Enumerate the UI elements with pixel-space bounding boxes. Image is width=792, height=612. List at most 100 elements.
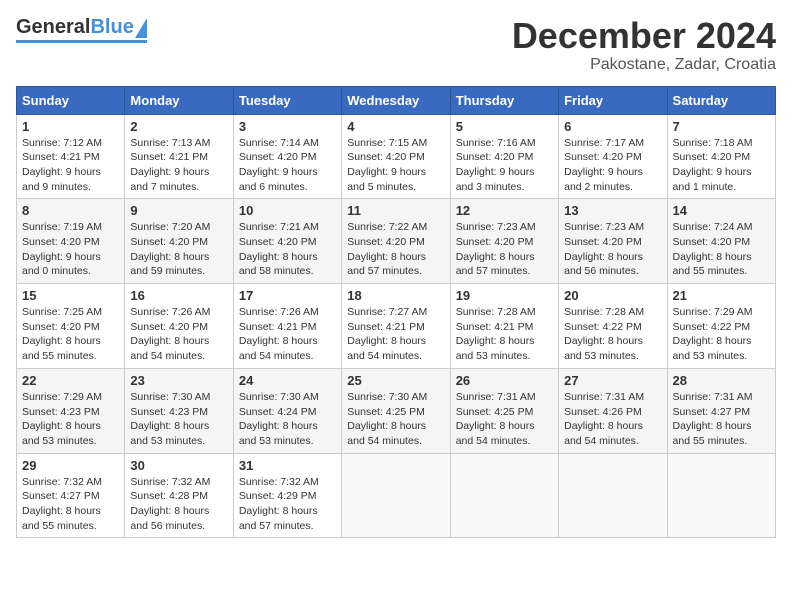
calendar-cell: [450, 453, 558, 538]
calendar-cell: 8 Sunrise: 7:19 AMSunset: 4:20 PMDaylight…: [17, 199, 125, 284]
day-number: 3: [239, 119, 336, 134]
day-number: 10: [239, 203, 336, 218]
calendar-cell: 5Sunrise: 7:16 AMSunset: 4:20 PMDaylight…: [450, 114, 558, 199]
page-header: General Blue December 2024 Pakostane, Za…: [16, 16, 776, 74]
calendar-cell: 10 Sunrise: 7:21 AMSunset: 4:20 PMDayligh…: [233, 199, 341, 284]
calendar-cell: 12 Sunrise: 7:23 AMSunset: 4:20 PMDayligh…: [450, 199, 558, 284]
day-number: 15: [22, 288, 119, 303]
day-number: 17: [239, 288, 336, 303]
day-number: 13: [564, 203, 661, 218]
day-info: Sunrise: 7:24 AMSunset: 4:20 PMDaylight:…: [673, 221, 753, 277]
calendar-cell: 14 Sunrise: 7:24 AMSunset: 4:20 PMDayligh…: [667, 199, 775, 284]
day-number: 23: [130, 373, 227, 388]
page-title: December 2024: [512, 16, 776, 56]
day-number: 24: [239, 373, 336, 388]
calendar-cell: 13 Sunrise: 7:23 AMSunset: 4:20 PMDayligh…: [559, 199, 667, 284]
day-info: Sunrise: 7:29 AMSunset: 4:22 PMDaylight:…: [673, 306, 753, 362]
weekday-header: Tuesday: [233, 86, 341, 114]
day-number: 30: [130, 458, 227, 473]
weekday-header: Friday: [559, 86, 667, 114]
day-info: Sunrise: 7:23 AMSunset: 4:20 PMDaylight:…: [564, 221, 644, 277]
calendar-cell: 1 Sunrise: 7:12 AMSunset: 4:21 PMDaylight…: [17, 114, 125, 199]
calendar-cell: 24 Sunrise: 7:30 AMSunset: 4:24 PMDayligh…: [233, 368, 341, 453]
logo-blue-text: Blue: [90, 16, 133, 39]
day-info: Sunrise: 7:23 AMSunset: 4:20 PMDaylight:…: [456, 221, 536, 277]
calendar-cell: 23Sunrise: 7:30 AMSunset: 4:23 PMDayligh…: [125, 368, 233, 453]
calendar-week-row: 1 Sunrise: 7:12 AMSunset: 4:21 PMDaylight…: [17, 114, 776, 199]
day-number: 26: [456, 373, 553, 388]
calendar-cell: 18 Sunrise: 7:27 AMSunset: 4:21 PMDayligh…: [342, 284, 450, 369]
day-info: Sunrise: 7:12 AMSunset: 4:21 PMDaylight:…: [22, 137, 102, 193]
day-number: 19: [456, 288, 553, 303]
day-info: Sunrise: 7:30 AMSunset: 4:24 PMDaylight:…: [239, 391, 319, 447]
calendar-cell: 11Sunrise: 7:22 AMSunset: 4:20 PMDayligh…: [342, 199, 450, 284]
calendar-week-row: 8 Sunrise: 7:19 AMSunset: 4:20 PMDaylight…: [17, 199, 776, 284]
day-info: Sunrise: 7:27 AMSunset: 4:21 PMDaylight:…: [347, 306, 427, 362]
calendar-cell: 22 Sunrise: 7:29 AMSunset: 4:23 PMDayligh…: [17, 368, 125, 453]
calendar-cell: 9 Sunrise: 7:20 AMSunset: 4:20 PMDaylight…: [125, 199, 233, 284]
day-info: Sunrise: 7:32 AMSunset: 4:29 PMDaylight:…: [239, 476, 319, 532]
day-number: 2: [130, 119, 227, 134]
day-number: 16: [130, 288, 227, 303]
day-info: Sunrise: 7:19 AMSunset: 4:20 PMDaylight:…: [22, 221, 102, 277]
calendar-cell: 4 Sunrise: 7:15 AMSunset: 4:20 PMDaylight…: [342, 114, 450, 199]
calendar-cell: 28 Sunrise: 7:31 AMSunset: 4:27 PMDayligh…: [667, 368, 775, 453]
day-number: 28: [673, 373, 770, 388]
calendar-cell: [342, 453, 450, 538]
day-info: Sunrise: 7:31 AMSunset: 4:27 PMDaylight:…: [673, 391, 753, 447]
day-number: 1: [22, 119, 119, 134]
day-info: Sunrise: 7:26 AMSunset: 4:20 PMDaylight:…: [130, 306, 210, 362]
weekday-header: Monday: [125, 86, 233, 114]
day-info: Sunrise: 7:15 AMSunset: 4:20 PMDaylight:…: [347, 137, 427, 193]
calendar-week-row: 29 Sunrise: 7:32 AMSunset: 4:27 PMDayligh…: [17, 453, 776, 538]
day-info: Sunrise: 7:31 AMSunset: 4:26 PMDaylight:…: [564, 391, 644, 447]
calendar-week-row: 22 Sunrise: 7:29 AMSunset: 4:23 PMDayligh…: [17, 368, 776, 453]
calendar-cell: 6Sunrise: 7:17 AMSunset: 4:20 PMDaylight…: [559, 114, 667, 199]
calendar-cell: [559, 453, 667, 538]
day-number: 4: [347, 119, 444, 134]
calendar-table: SundayMondayTuesdayWednesdayThursdayFrid…: [16, 86, 776, 539]
calendar-cell: 19Sunrise: 7:28 AMSunset: 4:21 PMDayligh…: [450, 284, 558, 369]
day-info: Sunrise: 7:25 AMSunset: 4:20 PMDaylight:…: [22, 306, 102, 362]
calendar-cell: 31Sunrise: 7:32 AMSunset: 4:29 PMDayligh…: [233, 453, 341, 538]
calendar-cell: 27Sunrise: 7:31 AMSunset: 4:26 PMDayligh…: [559, 368, 667, 453]
calendar-cell: 30 Sunrise: 7:32 AMSunset: 4:28 PMDayligh…: [125, 453, 233, 538]
calendar-cell: 26 Sunrise: 7:31 AMSunset: 4:25 PMDayligh…: [450, 368, 558, 453]
day-info: Sunrise: 7:32 AMSunset: 4:28 PMDaylight:…: [130, 476, 210, 532]
weekday-header: Saturday: [667, 86, 775, 114]
logo-underline: [16, 40, 147, 43]
day-info: Sunrise: 7:16 AMSunset: 4:20 PMDaylight:…: [456, 137, 536, 193]
calendar-cell: 29 Sunrise: 7:32 AMSunset: 4:27 PMDayligh…: [17, 453, 125, 538]
day-number: 18: [347, 288, 444, 303]
day-number: 20: [564, 288, 661, 303]
calendar-cell: 21Sunrise: 7:29 AMSunset: 4:22 PMDayligh…: [667, 284, 775, 369]
title-block: December 2024 Pakostane, Zadar, Croatia: [512, 16, 776, 74]
calendar-header-row: SundayMondayTuesdayWednesdayThursdayFrid…: [17, 86, 776, 114]
day-number: 29: [22, 458, 119, 473]
day-number: 25: [347, 373, 444, 388]
day-number: 9: [130, 203, 227, 218]
day-info: Sunrise: 7:28 AMSunset: 4:22 PMDaylight:…: [564, 306, 644, 362]
day-number: 8: [22, 203, 119, 218]
day-info: Sunrise: 7:17 AMSunset: 4:20 PMDaylight:…: [564, 137, 644, 193]
logo-general-text: General: [16, 16, 90, 39]
logo: General Blue: [16, 16, 147, 43]
day-info: Sunrise: 7:21 AMSunset: 4:20 PMDaylight:…: [239, 221, 319, 277]
day-info: Sunrise: 7:26 AMSunset: 4:21 PMDaylight:…: [239, 306, 319, 362]
day-number: 22: [22, 373, 119, 388]
calendar-cell: [667, 453, 775, 538]
day-number: 14: [673, 203, 770, 218]
day-info: Sunrise: 7:32 AMSunset: 4:27 PMDaylight:…: [22, 476, 102, 532]
day-info: Sunrise: 7:31 AMSunset: 4:25 PMDaylight:…: [456, 391, 536, 447]
calendar-cell: 17 Sunrise: 7:26 AMSunset: 4:21 PMDayligh…: [233, 284, 341, 369]
calendar-cell: 15 Sunrise: 7:25 AMSunset: 4:20 PMDayligh…: [17, 284, 125, 369]
day-info: Sunrise: 7:20 AMSunset: 4:20 PMDaylight:…: [130, 221, 210, 277]
day-info: Sunrise: 7:29 AMSunset: 4:23 PMDaylight:…: [22, 391, 102, 447]
day-number: 12: [456, 203, 553, 218]
page-subtitle: Pakostane, Zadar, Croatia: [512, 56, 776, 74]
day-number: 7: [673, 119, 770, 134]
weekday-header: Wednesday: [342, 86, 450, 114]
weekday-header: Sunday: [17, 86, 125, 114]
calendar-week-row: 15 Sunrise: 7:25 AMSunset: 4:20 PMDayligh…: [17, 284, 776, 369]
day-info: Sunrise: 7:30 AMSunset: 4:25 PMDaylight:…: [347, 391, 427, 447]
